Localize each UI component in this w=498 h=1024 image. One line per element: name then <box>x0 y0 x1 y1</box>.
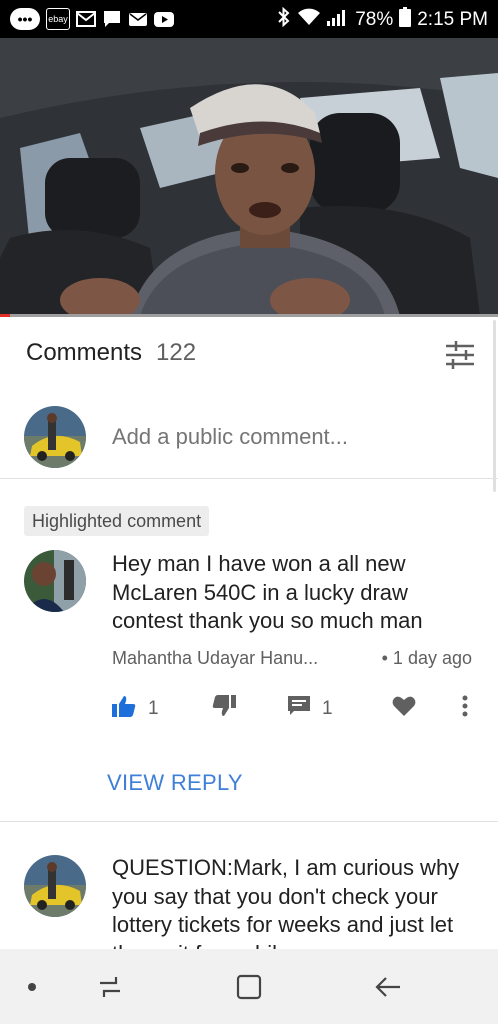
battery-icon <box>399 7 412 31</box>
heart-icon <box>392 695 416 723</box>
add-comment-input[interactable] <box>112 423 472 450</box>
thumbs-up-icon <box>112 695 136 723</box>
sort-filter-icon[interactable] <box>444 339 476 371</box>
comment-actions: 1 1 <box>112 694 482 724</box>
chat-icon <box>102 10 122 28</box>
commenter-avatar[interactable] <box>24 855 86 917</box>
highlighted-comment-badge: Highlighted comment <box>24 506 210 536</box>
email-icon <box>128 10 148 28</box>
reply-button[interactable]: 1 <box>288 694 333 724</box>
comment-thread: QUESTION:Mark, I am curious why you say … <box>0 823 498 949</box>
youtube-icon <box>154 10 174 28</box>
comments-title: Comments <box>26 339 143 366</box>
more-notifications-icon: ••• <box>10 8 40 30</box>
back-icon[interactable] <box>372 971 404 1003</box>
dislike-button[interactable] <box>212 694 236 724</box>
reply-icon <box>288 696 310 722</box>
clock: 2:15 PM <box>417 8 488 30</box>
comment-thread: Highlighted comment Hey man I have won a… <box>0 480 498 822</box>
view-reply-link[interactable]: VIEW REPLY <box>107 770 243 796</box>
recent-apps-icon[interactable] <box>94 971 126 1003</box>
battery-percent: 78% <box>355 8 394 30</box>
comment-text: QUESTION:Mark, I am curious why you say … <box>112 855 460 949</box>
add-comment-row[interactable] <box>0 395 498 479</box>
user-avatar <box>24 405 86 468</box>
comment-time: • 1 day ago <box>381 648 472 668</box>
nav-dot-icon[interactable] <box>16 971 48 1003</box>
heart-button[interactable] <box>392 694 416 724</box>
more-options-button[interactable] <box>462 694 468 724</box>
android-nav-bar <box>0 949 498 1024</box>
comment-text: Hey man I have won a all new McLaren 540… <box>112 551 423 633</box>
like-button[interactable]: 1 <box>112 694 159 724</box>
comments-count: 122 <box>156 339 197 366</box>
video-frame <box>0 38 498 316</box>
like-count: 1 <box>148 698 159 719</box>
bluetooth-icon <box>277 6 291 31</box>
comment-author[interactable]: Mahantha Udayar Hanu... <box>112 648 318 669</box>
comment-meta: Mahantha Udayar Hanu... • 1 day ago <box>112 648 472 669</box>
ebay-icon: ebay <box>46 8 70 30</box>
reply-count: 1 <box>322 698 333 719</box>
thumbs-down-icon <box>212 695 236 723</box>
home-icon[interactable] <box>233 971 265 1003</box>
wifi-icon <box>297 8 321 30</box>
signal-icon <box>327 8 349 30</box>
comments-header: Comments 122 <box>0 317 498 389</box>
video-player[interactable] <box>0 38 498 316</box>
more-vert-icon <box>462 695 468 723</box>
gmail-icon <box>76 10 96 28</box>
status-bar: ••• ebay 78% 2:15 PM <box>0 0 498 38</box>
commenter-avatar[interactable] <box>24 550 86 612</box>
